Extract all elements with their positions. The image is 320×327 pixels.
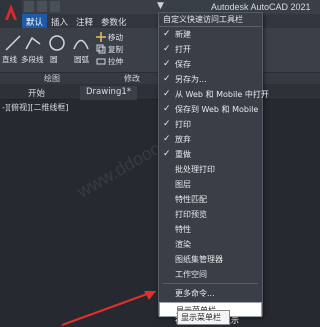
menu-item-label: 另存为...	[175, 75, 207, 84]
menu-item[interactable]: 图纸集管理器	[159, 252, 262, 267]
stretch-button-label[interactable]: 拉伸	[108, 56, 123, 67]
line-button-label[interactable]: 直线	[2, 54, 17, 65]
new-icon[interactable]	[24, 1, 34, 12]
menu-item-label: 批处理打印	[175, 165, 215, 174]
red-arrow-annotation	[61, 291, 156, 326]
menu-item[interactable]: ✓ 保存到 Web 和 Mobile	[159, 102, 262, 117]
arc-icon[interactable]	[72, 34, 90, 52]
menu-item[interactable]: 渲染	[159, 237, 262, 252]
save-icon[interactable]	[50, 1, 60, 12]
customize-qat-menu: 自定义快速访问工具栏 ✓ 新建 ✓ 打开 ✓ 保存 ✓ 另存为... ✓ 从 Web 和 Mobi…	[158, 12, 269, 325]
viewport-controls-label[interactable]: -][俯视][二维线框]	[2, 102, 69, 113]
checkmark-icon: ✓	[163, 44, 171, 54]
menu-separator	[163, 283, 258, 284]
tab-drawing1[interactable]: Drawing1*	[80, 86, 138, 100]
menu-item[interactable]: 更多命令...	[159, 286, 262, 301]
menu-item[interactable]: ✓ 放弃	[159, 132, 262, 147]
menu-item-label: 保存到 Web 和 Mobile	[175, 105, 259, 114]
checkmark-icon: ✓	[163, 89, 171, 99]
copy-button-label[interactable]: 复制	[108, 44, 123, 55]
tab-start[interactable]: 开始	[22, 86, 51, 100]
menu-item[interactable]: 批处理打印	[159, 162, 262, 177]
checkmark-icon: ✓	[163, 104, 171, 114]
menu-item-label: 保存	[175, 60, 191, 69]
tooltip: 显示菜单栏	[177, 310, 230, 325]
modify-panel-label[interactable]: 修改	[124, 73, 140, 84]
menu-item-label: 放弃	[175, 135, 191, 144]
checkmark-icon: ✓	[163, 74, 171, 84]
arc-button-label[interactable]: 圆弧	[74, 54, 89, 65]
circle-button-label[interactable]: 圆	[50, 54, 58, 65]
checkmark-icon: ✓	[163, 59, 171, 69]
circle-icon[interactable]	[48, 34, 66, 52]
menu-item[interactable]: ✓ 重做	[159, 147, 262, 162]
checkmark-icon: ✓	[163, 134, 171, 144]
menu-item-label: 打印	[175, 120, 191, 129]
menu-item-label: 打印预览	[175, 210, 207, 219]
qat-dropdown-icon[interactable]: ▼	[157, 1, 164, 11]
line-icon[interactable]	[4, 34, 22, 52]
polyline-icon[interactable]	[24, 34, 42, 52]
checkmark-icon: ✓	[163, 119, 171, 129]
window-title: Autodesk AutoCAD 2021	[211, 2, 311, 12]
menu-item[interactable]: 图层	[159, 177, 262, 192]
checkmark-icon: ✓	[163, 149, 171, 159]
open-icon[interactable]	[37, 1, 47, 12]
move-icon[interactable]	[96, 32, 106, 42]
menu-item[interactable]: ✓ 另存为...	[159, 72, 262, 87]
menu-item-label: 新建	[175, 30, 191, 39]
menu-item[interactable]: ✓ 新建	[159, 27, 262, 42]
menu-item-label: 从 Web 和 Mobile 中打开	[175, 90, 269, 99]
menu-item[interactable]: ✓ 打印	[159, 117, 262, 132]
menu-item-label: 打开	[175, 45, 191, 54]
move-button-label[interactable]: 移动	[108, 32, 123, 43]
menu-item-label: 图纸集管理器	[175, 255, 223, 264]
menu-item-label: 特性匹配	[175, 195, 207, 204]
menu-item-label: 渲染	[175, 240, 191, 249]
stretch-icon[interactable]	[96, 56, 106, 66]
tab-annotate[interactable]: 注释	[72, 14, 97, 28]
menu-item[interactable]: 打印预览	[159, 207, 262, 222]
checkmark-icon: ✓	[163, 29, 171, 39]
menu-header: 自定义快速访问工具栏	[159, 13, 262, 27]
menu-item[interactable]: 特性	[159, 222, 262, 237]
tab-parametric[interactable]: 参数化	[97, 14, 131, 28]
menu-item-label: 更多命令...	[175, 289, 215, 298]
menu-item-label: 重做	[175, 150, 191, 159]
menu-item[interactable]: ✓ 从 Web 和 Mobile 中打开	[159, 87, 269, 102]
menu-item-label: 特性	[175, 225, 191, 234]
tab-insert[interactable]: 插入	[47, 14, 72, 28]
autocad-logo-button[interactable]	[0, 0, 22, 28]
copy-icon[interactable]	[96, 44, 106, 54]
polyline-button-label[interactable]: 多段线	[21, 54, 44, 65]
menu-item[interactable]: 工作空间	[159, 267, 262, 282]
menu-item[interactable]: ✓ 打开	[159, 42, 262, 57]
tab-default[interactable]: 默认	[22, 14, 48, 28]
draw-panel-label[interactable]: 绘图	[44, 73, 60, 84]
autocad-logo-icon	[5, 4, 17, 20]
quick-access-toolbar	[24, 1, 60, 12]
menu-item[interactable]: ✓ 保存	[159, 57, 262, 72]
menu-item[interactable]: 特性匹配	[159, 192, 262, 207]
menu-item-label: 图层	[175, 180, 191, 189]
menu-item-label: 工作空间	[175, 270, 207, 279]
